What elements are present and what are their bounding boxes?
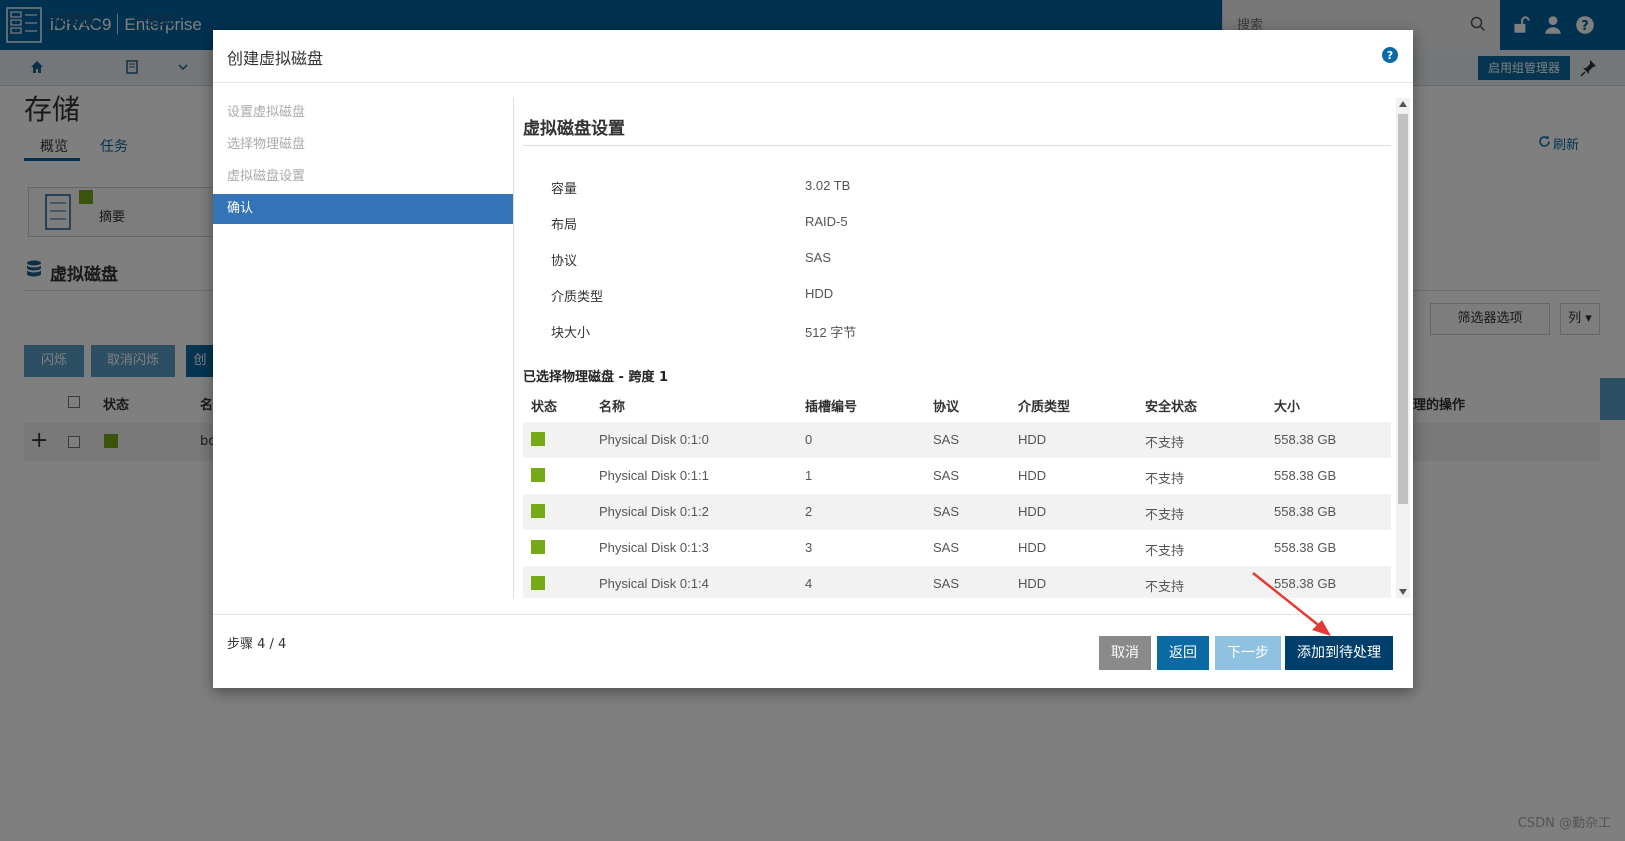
disk-media: HDD	[1018, 576, 1047, 591]
divider	[213, 614, 1413, 615]
setting-value-media-type: HDD	[805, 286, 834, 301]
disk-table-header: 状态 名称 插槽编号 协议 介质类型 安全状态 大小	[523, 388, 1391, 422]
disk-media: HDD	[1018, 504, 1047, 519]
disk-size: 558.38 GB	[1274, 540, 1337, 555]
column-header: 介质类型	[1018, 400, 1071, 415]
disk-name: Physical Disk 0:1:4	[599, 576, 709, 591]
disk-media: HDD	[1018, 432, 1047, 447]
disk-name: Physical Disk 0:1:0	[599, 432, 709, 447]
disk-security: 不支持	[1145, 508, 1185, 523]
table-row: Physical Disk 0:1:2 2 SAS HDD 不支持 558.38…	[523, 494, 1391, 530]
step-virtual-disk-settings[interactable]: 虚拟磁盘设置	[213, 162, 513, 192]
content-scrollbar[interactable]	[1396, 98, 1410, 598]
setting-value-layout: RAID-5	[805, 214, 848, 229]
disk-protocol: SAS	[933, 432, 960, 447]
setting-label: 布局	[551, 218, 578, 233]
status-ok-icon	[531, 504, 545, 518]
add-to-pending-button[interactable]: 添加到待处理	[1285, 636, 1393, 670]
disk-protocol: SAS	[933, 468, 960, 483]
disk-protocol: SAS	[933, 504, 960, 519]
disk-slot: 0	[805, 432, 813, 447]
status-ok-icon	[531, 540, 545, 554]
column-header: 插槽编号	[805, 400, 858, 415]
setting-label: 介质类型	[551, 290, 604, 305]
table-row: Physical Disk 0:1:3 3 SAS HDD 不支持 558.38…	[523, 530, 1391, 566]
span-title: 已选择物理磁盘 - 跨度 1	[523, 370, 669, 385]
column-header: 安全状态	[1145, 400, 1198, 415]
next-button[interactable]: 下一步	[1215, 636, 1281, 670]
disk-name: Physical Disk 0:1:3	[599, 540, 709, 555]
setting-label: 协议	[551, 254, 578, 269]
disk-slot: 2	[805, 504, 813, 519]
scrollbar-thumb[interactable]	[1398, 114, 1408, 504]
setting-value-block-size: 512 字节	[805, 325, 857, 340]
disk-security: 不支持	[1145, 436, 1185, 451]
disk-slot: 3	[805, 540, 813, 555]
step-select-physical-disks[interactable]: 选择物理磁盘	[213, 130, 513, 160]
disk-size: 558.38 GB	[1274, 432, 1337, 447]
wizard-steps: 设置虚拟磁盘 选择物理磁盘 虚拟磁盘设置 确认	[213, 98, 513, 598]
disk-media: HDD	[1018, 468, 1047, 483]
step-counter: 步骤 4 / 4	[227, 637, 287, 652]
setting-label: 容量	[551, 182, 578, 197]
create-virtual-disk-dialog: 创建虚拟磁盘 ? 设置虚拟磁盘 选择物理磁盘 虚拟磁盘设置 确认 虚拟磁盘设置 …	[213, 30, 1413, 688]
column-header: 状态	[531, 400, 558, 415]
table-row: Physical Disk 0:1:0 0 SAS HDD 不支持 558.38…	[523, 422, 1391, 458]
column-header: 大小	[1274, 400, 1301, 415]
dialog-title: 创建虚拟磁盘	[227, 49, 324, 68]
setting-value-protocol: SAS	[805, 250, 832, 265]
scroll-up-arrow-icon[interactable]	[1399, 101, 1407, 107]
setting-label: 块大小	[551, 326, 591, 341]
scroll-down-arrow-icon[interactable]	[1399, 589, 1407, 595]
table-row: Physical Disk 0:1:4 4 SAS HDD 不支持 558.38…	[523, 566, 1391, 598]
help-icon[interactable]: ?	[1381, 46, 1399, 64]
svg-text:?: ?	[1387, 49, 1393, 62]
watermark: CSDN @勤杂工	[1517, 816, 1611, 831]
disk-security: 不支持	[1145, 580, 1185, 595]
disk-media: HDD	[1018, 540, 1047, 555]
back-button[interactable]: 返回	[1157, 636, 1209, 670]
divider	[523, 145, 1391, 146]
disk-size: 558.38 GB	[1274, 468, 1337, 483]
dialog-header: 创建虚拟磁盘 ?	[213, 30, 1413, 83]
step-setup-virtual-disk[interactable]: 设置虚拟磁盘	[213, 98, 513, 128]
disk-slot: 4	[805, 576, 813, 591]
column-header: 名称	[599, 400, 626, 415]
setting-value-capacity: 3.02 TB	[805, 178, 851, 193]
disk-name: Physical Disk 0:1:1	[599, 468, 709, 483]
cancel-button[interactable]: 取消	[1099, 636, 1151, 670]
disk-security: 不支持	[1145, 472, 1185, 487]
divider	[513, 98, 514, 598]
status-ok-icon	[531, 576, 545, 590]
status-ok-icon	[531, 468, 545, 482]
column-header: 协议	[933, 400, 960, 415]
step-confirm[interactable]: 确认	[213, 194, 513, 224]
disk-size: 558.38 GB	[1274, 504, 1337, 519]
section-title: 虚拟磁盘设置	[523, 119, 625, 139]
status-ok-icon	[531, 432, 545, 446]
disk-slot: 1	[805, 468, 813, 483]
disk-protocol: SAS	[933, 576, 960, 591]
disk-protocol: SAS	[933, 540, 960, 555]
table-row: Physical Disk 0:1:1 1 SAS HDD 不支持 558.38…	[523, 458, 1391, 494]
disk-security: 不支持	[1145, 544, 1185, 559]
disk-name: Physical Disk 0:1:2	[599, 504, 709, 519]
confirm-content: 虚拟磁盘设置 容量 3.02 TB 布局 RAID-5 协议 SAS 介质类型 …	[523, 98, 1403, 598]
disk-size: 558.38 GB	[1274, 576, 1337, 591]
